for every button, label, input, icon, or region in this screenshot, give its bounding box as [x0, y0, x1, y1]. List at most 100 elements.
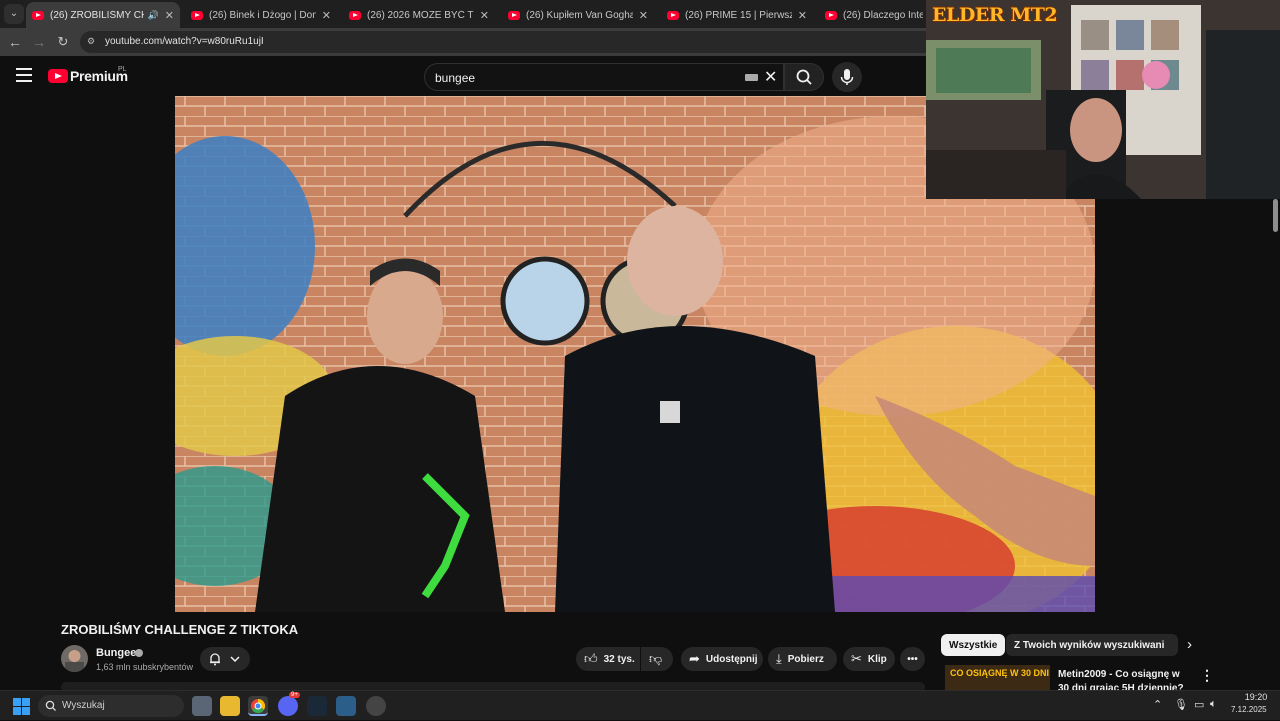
browser-tab-0[interactable]: (26) ZROBILIŚMY CHALLENGE Z TIKTOKA 🔊 ✕ [26, 2, 180, 28]
tab-label: (26) Binek i Dżogo | Domek dla [209, 9, 316, 21]
more-actions-button[interactable]: ••• [900, 647, 925, 671]
chip-from-search[interactable]: Z Twoich wyników wyszukiwania [1006, 634, 1178, 656]
arrow-right-icon: → [32, 34, 46, 50]
discord-icon[interactable]: 9+ [278, 692, 300, 716]
reload-icon: ↻ [57, 34, 69, 49]
like-button[interactable]: 👍︎ 32 tys. [576, 647, 640, 671]
page-scrollbar[interactable] [1271, 199, 1280, 689]
windows-taskbar: Wyszukaj 9+ [0, 690, 1280, 720]
stream-logo-text: ELDER MT2 [932, 4, 1058, 26]
clock-date[interactable]: 7.12.2025 [1231, 705, 1267, 714]
youtube-favicon-icon [32, 10, 44, 20]
network-icon[interactable]: ▭ [1194, 698, 1204, 711]
site-info-icon[interactable]: ⚙ [87, 36, 99, 48]
dislike-button[interactable]: 👎︎ [641, 647, 673, 671]
youtube-logo-icon[interactable] [48, 69, 68, 83]
browser-tab-5[interactable]: (26) Dlaczego Internet Z [819, 2, 929, 28]
download-label: Pobierz [787, 653, 824, 665]
search-icon [796, 69, 812, 85]
share-label: Udostępnij [705, 653, 758, 665]
tab-label: (26) PRIME 15 | Pierwsza KONF [685, 9, 792, 21]
arrow-left-icon: ← [8, 34, 22, 50]
notification-badge: 9+ [289, 692, 300, 698]
browser-tab-2[interactable]: (26) 2026 MOŻE BYĆ TRUDNY ✕ [343, 2, 495, 28]
close-tab-icon[interactable]: ✕ [322, 9, 331, 22]
forward-button[interactable]: → [29, 32, 49, 52]
search-button[interactable] [784, 63, 824, 91]
microphone-icon[interactable]: 🎙︎ [1174, 698, 1188, 711]
chevron-right-icon[interactable]: › [1187, 636, 1192, 653]
more-horizontal-icon: ••• [907, 653, 918, 665]
chip-label: Z Twoich wyników wyszukiwania [1014, 639, 1170, 651]
microphone-icon [840, 69, 854, 85]
channel-avatar[interactable] [61, 645, 88, 672]
chrome-icon[interactable] [248, 696, 268, 716]
more-vertical-icon[interactable]: ⋮ [1200, 667, 1214, 684]
search-input[interactable]: bungee ✕ [424, 63, 784, 91]
notification-bell-button[interactable] [200, 647, 250, 671]
windows-start-icon[interactable] [13, 698, 30, 715]
app-window-icon[interactable] [336, 696, 356, 716]
logo-country-code: PL [118, 66, 127, 73]
browser-tab-1[interactable]: (26) Binek i Dżogo | Domek dla ✕ [185, 2, 337, 28]
scrollbar-thumb[interactable] [1273, 199, 1278, 232]
youtube-favicon-icon [667, 10, 679, 20]
file-explorer-icon[interactable] [220, 696, 240, 716]
clip-button[interactable]: ✂ Klip [843, 647, 895, 671]
address-bar[interactable]: ⚙ youtube.com/watch?v=w80ruRu1ujI [80, 31, 940, 53]
recommended-title[interactable]: Metin2009 - Co osiągnę w 30 dni grając 5… [1058, 668, 1186, 690]
taskbar-search-input[interactable]: Wyszukaj [38, 695, 184, 717]
youtube-favicon-icon [349, 10, 361, 20]
close-tab-icon[interactable]: ✕ [480, 9, 489, 22]
clear-search-icon[interactable]: ✕ [764, 67, 777, 87]
recommended-thumbnail[interactable]: CO OSIĄGNĘ W 30 DNI [945, 665, 1050, 690]
taskbar-search-placeholder: Wyszukaj [62, 700, 105, 711]
hamburger-icon[interactable] [16, 68, 32, 82]
streamer-webcam-overlay: ELDER MT2 [926, 0, 1280, 199]
chip-all[interactable]: Wszystkie [941, 634, 1006, 656]
subscriber-count: 1,63 mln subskrybentów [96, 662, 194, 672]
verified-badge-icon [135, 649, 143, 657]
reload-button[interactable]: ↻ [53, 32, 73, 52]
chevron-up-icon[interactable]: ⌃ [1153, 698, 1162, 711]
keyboard-icon[interactable] [745, 74, 758, 81]
video-title: ZROBILIŚMY CHALLENGE Z TIKTOKA [61, 622, 299, 637]
tab-list-button[interactable]: ⌄ [4, 4, 24, 24]
youtube-favicon-icon [508, 10, 520, 20]
share-button[interactable]: ➦ Udostępnij [681, 647, 763, 671]
tab-label: (26) 2026 MOŻE BYĆ TRUDNY [367, 9, 474, 21]
audio-playing-icon[interactable]: 🔊 [148, 10, 159, 21]
tab-label: (26) Dlaczego Internet Z [843, 9, 923, 21]
tab-label: (26) ZROBILIŚMY CHALLENGE Z TIKTOKA [50, 9, 144, 21]
url-text: youtube.com/watch?v=w80ruRu1ujI [105, 36, 264, 47]
voice-search-button[interactable] [832, 62, 862, 92]
bell-icon [210, 653, 220, 666]
youtube-favicon-icon [191, 10, 203, 20]
tab-label: (26) Kupiłem Van Gogha na Chi [526, 9, 633, 21]
chip-label: Wszystkie [949, 639, 998, 651]
obs-icon[interactable] [366, 696, 386, 716]
share-icon: ➦ [689, 651, 700, 666]
clip-label: Klip [867, 653, 887, 665]
webcam-frame [926, 0, 1280, 199]
thumbs-down-icon: 👎︎ [649, 651, 663, 666]
scissors-icon: ✂ [851, 651, 862, 666]
close-tab-icon[interactable]: ✕ [798, 9, 807, 22]
browser-tab-4[interactable]: (26) PRIME 15 | Pierwsza KONF ✕ [661, 2, 813, 28]
like-count: 32 tys. [603, 653, 635, 665]
task-view-icon[interactable] [192, 696, 212, 716]
close-tab-icon[interactable]: ✕ [639, 9, 648, 22]
clock-time[interactable]: 19:20 [1238, 692, 1274, 702]
back-button[interactable]: ← [5, 32, 25, 52]
chip-partial[interactable] [1164, 634, 1176, 656]
download-button[interactable]: ⤓ Pobierz [768, 647, 837, 671]
volume-icon[interactable]: 🔈︎ [1210, 698, 1217, 711]
search-query: bungee [435, 71, 476, 85]
youtube-favicon-icon [825, 10, 837, 20]
browser-tab-3[interactable]: (26) Kupiłem Van Gogha na Chi ✕ [502, 2, 654, 28]
close-tab-icon[interactable]: ✕ [165, 9, 174, 22]
steam-icon[interactable] [307, 696, 327, 716]
channel-name[interactable]: Bungee [96, 647, 136, 659]
thumbs-up-icon: 👍︎ [584, 651, 598, 666]
chevron-down-icon [230, 656, 240, 663]
